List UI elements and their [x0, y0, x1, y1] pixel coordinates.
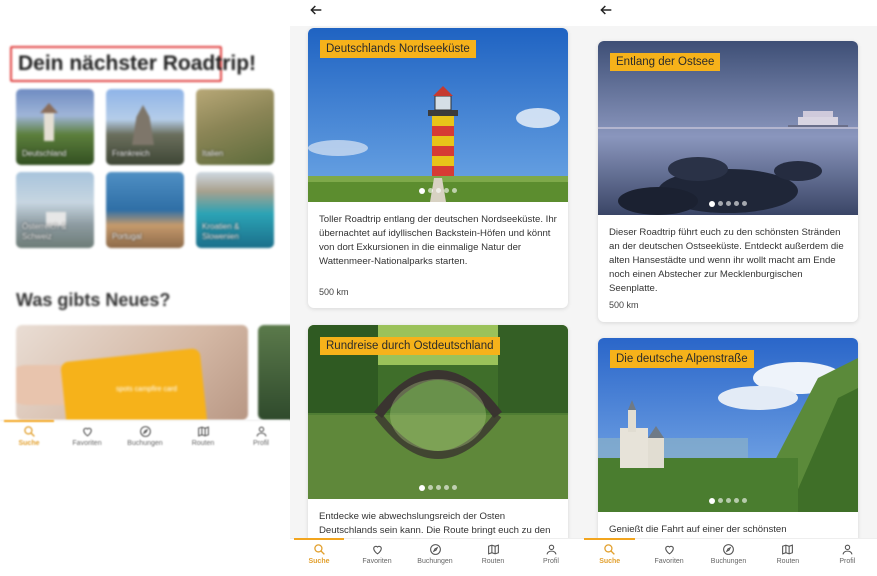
carousel-dots[interactable]	[419, 188, 457, 194]
nav-item-suche[interactable]: Suche	[0, 420, 58, 458]
nav-item-suche[interactable]: Suche	[290, 538, 348, 576]
campfire-card-illustration	[60, 347, 208, 420]
bottom-nav: Suche Favoriten Buchungen Routen Profil	[290, 538, 580, 576]
nav-item-suche[interactable]: Suche	[580, 538, 639, 576]
user-icon	[546, 544, 556, 555]
country-label: Kroatien & Slowenien	[202, 222, 240, 241]
country-tile-portugal[interactable]: Portugal	[106, 172, 184, 248]
country-tile-deutschland[interactable]: Deutschland	[16, 89, 94, 165]
country-label: Italien	[202, 149, 224, 158]
bottom-nav: Suche Favoriten Buchungen Routen Profil	[580, 538, 877, 576]
nav-item-routen[interactable]: Routen	[758, 539, 817, 576]
nav-item-routen[interactable]: Routen	[464, 539, 522, 576]
back-arrow-icon[interactable]	[308, 2, 324, 18]
nav-item-routen[interactable]: Routen	[174, 421, 232, 458]
trip-list-screen: Deutschlands Nordseeküste Toller Roadtri…	[290, 0, 580, 576]
user-icon	[256, 426, 266, 437]
map-icon	[782, 544, 794, 555]
nav-label: Buchungen	[417, 558, 453, 565]
nav-label: Profil	[253, 440, 269, 447]
nav-label: Profil	[543, 558, 559, 565]
heart-icon	[372, 545, 382, 555]
country-tile-frankreich[interactable]: Frankreich	[106, 89, 184, 165]
country-label: Portugal	[112, 232, 142, 241]
bottom-nav: Suche Favoriten Buchungen Routen Profil	[0, 420, 290, 458]
nav-label: Profil	[839, 558, 856, 565]
map-icon	[487, 544, 499, 555]
nav-label: Favoriten	[654, 558, 684, 565]
trip-card[interactable]: Die deutsche Alpenstraße Genießt die Fah…	[598, 338, 858, 553]
nav-label: Routen	[191, 440, 215, 447]
nav-label: Buchungen	[127, 440, 163, 447]
nav-label: Suche	[308, 558, 330, 565]
top-bar	[580, 0, 877, 26]
nav-item-profil[interactable]: Profil	[818, 539, 877, 576]
heart-icon	[664, 545, 674, 555]
trip-distance: 500 km	[609, 300, 639, 310]
news-card[interactable]: spots campfire card	[16, 325, 248, 420]
back-arrow-icon[interactable]	[598, 2, 614, 18]
trip-card[interactable]: Rundreise durch Ostdeutschland Entdecke …	[308, 325, 568, 555]
nav-item-buchungen[interactable]: Buchungen	[406, 539, 464, 576]
trip-title-badge: Die deutsche Alpenstraße	[610, 350, 754, 368]
trip-description: Genießt die Fahrt auf einer der schönste…	[609, 524, 787, 535]
nav-item-profil[interactable]: Profil	[232, 421, 290, 458]
news-card-next[interactable]	[258, 325, 290, 420]
trip-title-badge: Deutschlands Nordseeküste	[320, 40, 476, 58]
nav-item-buchungen[interactable]: Buchungen	[699, 539, 758, 576]
compass-icon	[429, 544, 441, 555]
nav-item-profil[interactable]: Profil	[522, 539, 580, 576]
trip-distance: 500 km	[319, 287, 349, 297]
news-card-text: spots campfire card	[116, 386, 178, 393]
nav-label: Favoriten	[72, 440, 102, 447]
nav-label: Favoriten	[362, 558, 392, 565]
country-label: Österreich & Schweiz	[22, 222, 67, 241]
country-label: Deutschland	[22, 149, 67, 158]
trip-card[interactable]: Entlang der Ostsee Dieser Roadtrip führt…	[598, 41, 858, 322]
search-icon	[23, 426, 35, 437]
nav-item-favoriten[interactable]: Favoriten	[58, 421, 116, 458]
country-tile-kroatien-slowenien[interactable]: Kroatien & Slowenien	[196, 172, 274, 248]
trip-list-screen-scrolled: Entlang der Ostsee Dieser Roadtrip führt…	[580, 0, 877, 576]
country-tile-oesterreich-schweiz[interactable]: Österreich & Schweiz	[16, 172, 94, 248]
carousel-dots[interactable]	[419, 485, 457, 491]
news-heading: Was gibts Neues?	[16, 290, 171, 310]
country-label: Frankreich	[112, 149, 150, 158]
nav-label: Buchungen	[710, 558, 747, 565]
trip-title-badge: Entlang der Ostsee	[610, 53, 721, 71]
carousel-dots[interactable]	[709, 498, 747, 504]
trip-description: Toller Roadtrip entlang der deutschen No…	[319, 214, 557, 267]
heart-icon	[82, 427, 92, 437]
nav-item-buchungen[interactable]: Buchungen	[116, 421, 174, 458]
trip-description: Dieser Roadtrip führt euch zu den schöns…	[609, 227, 844, 294]
home-screen: Dein nächster Roadtrip! Deutschland Fran…	[0, 0, 290, 576]
trip-title-badge: Rundreise durch Ostdeutschland	[320, 337, 500, 355]
search-icon	[604, 544, 616, 555]
nav-item-favoriten[interactable]: Favoriten	[348, 539, 406, 576]
nav-label: Suche	[599, 558, 621, 565]
top-bar	[290, 0, 580, 26]
compass-icon	[139, 426, 151, 437]
home-content: Dein nächster Roadtrip! Deutschland Fran…	[0, 0, 290, 420]
map-icon	[197, 426, 209, 437]
nav-item-favoriten[interactable]: Favoriten	[639, 539, 698, 576]
search-icon	[313, 544, 325, 555]
user-icon	[842, 544, 853, 555]
roadtrip-heading: Dein nächster Roadtrip!	[10, 46, 256, 82]
carousel-dots[interactable]	[709, 201, 747, 207]
country-tile-italien[interactable]: Italien	[196, 89, 274, 165]
nav-label: Suche	[18, 440, 40, 447]
nav-label: Routen	[776, 558, 800, 565]
nav-label: Routen	[481, 558, 505, 565]
trip-card[interactable]: Deutschlands Nordseeküste Toller Roadtri…	[308, 28, 568, 308]
compass-icon	[723, 544, 734, 555]
